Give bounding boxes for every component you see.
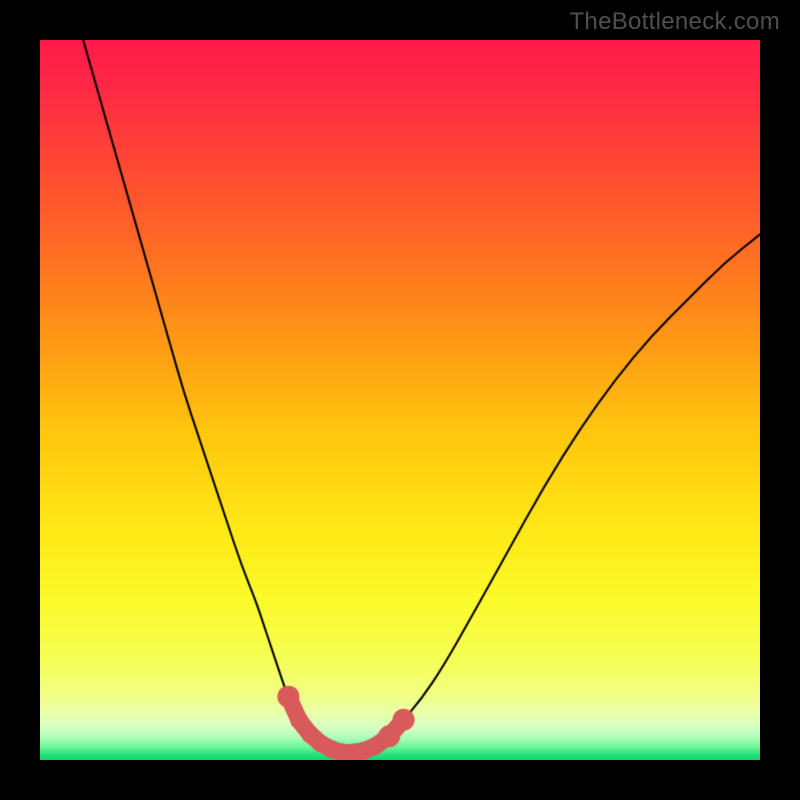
watermark-text: TheBottleneck.com — [569, 8, 780, 36]
chart-frame: TheBottleneck.com — [0, 0, 800, 800]
plot-area — [40, 40, 760, 760]
bottleneck-curve — [40, 40, 760, 760]
